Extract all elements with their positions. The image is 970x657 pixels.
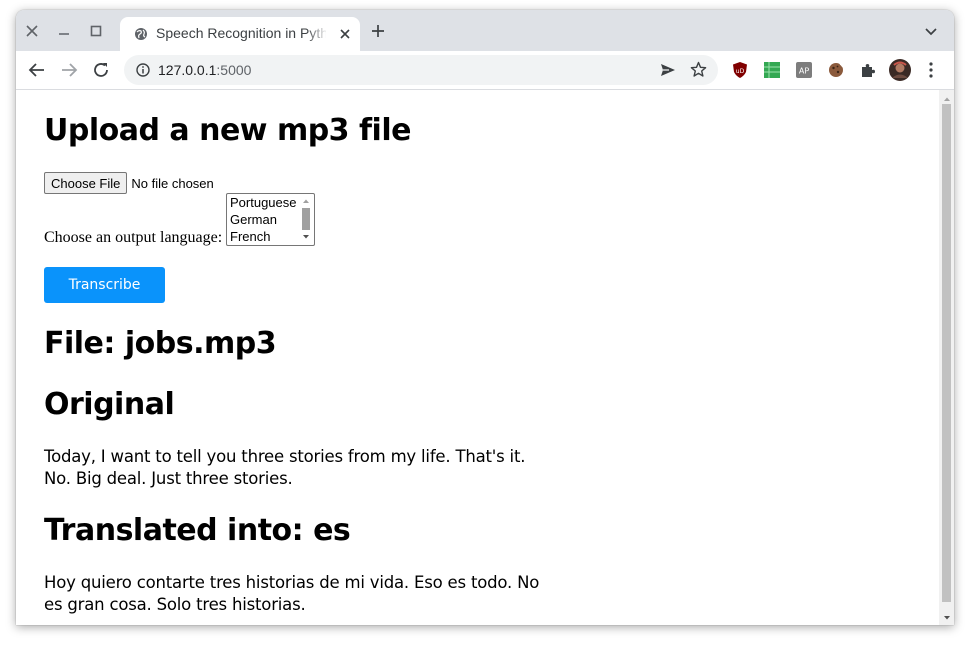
- page-scroll-thumb[interactable]: [942, 104, 951, 602]
- puzzle-icon[interactable]: [859, 61, 877, 79]
- scroll-down-arrow-icon[interactable]: [943, 615, 951, 621]
- forward-icon[interactable]: [59, 60, 79, 80]
- tab-close-icon[interactable]: [338, 27, 352, 41]
- browser-toolbar: 127.0.0.1:5000 uD AP: [16, 51, 954, 90]
- svg-text:AP: AP: [799, 67, 809, 76]
- select-scrollbar[interactable]: [299, 195, 313, 244]
- url-port: :5000: [216, 62, 252, 78]
- star-icon[interactable]: [690, 61, 707, 83]
- minimize-icon[interactable]: [49, 10, 79, 51]
- sheets-extension-icon[interactable]: [763, 61, 781, 79]
- translated-text: Hoy quiero contarte tres historias de mi…: [44, 573, 540, 614]
- menu-icon[interactable]: [924, 61, 938, 79]
- reload-icon[interactable]: [91, 60, 111, 80]
- transcribe-button[interactable]: Transcribe: [44, 267, 165, 303]
- language-label: Choose an output language:: [44, 229, 223, 246]
- original-text: Today, I want to tell you three stories …: [44, 447, 526, 488]
- select-scroll-thumb[interactable]: [302, 208, 310, 230]
- active-tab[interactable]: Speech Recognition in Python: [120, 17, 360, 51]
- send-icon[interactable]: [660, 62, 676, 83]
- page-scrollbar[interactable]: [939, 90, 954, 625]
- ublock-icon[interactable]: uD: [731, 61, 749, 79]
- file-input[interactable]: Choose File No file chosen: [44, 172, 214, 194]
- file-status-text: No file chosen: [131, 175, 214, 191]
- browser-window: Speech Recognition in Python 127.0.0.1:5…: [16, 10, 954, 625]
- new-tab-icon[interactable]: [370, 23, 386, 39]
- maximize-icon[interactable]: [81, 10, 111, 51]
- language-option[interactable]: French: [230, 228, 270, 245]
- scroll-up-arrow-icon[interactable]: [302, 198, 310, 204]
- back-icon[interactable]: [27, 60, 47, 80]
- scroll-down-arrow-icon[interactable]: [302, 234, 310, 240]
- tab-search-chevron-icon[interactable]: [924, 25, 938, 37]
- upload-heading: Upload a new mp3 file: [44, 113, 411, 148]
- tab-strip: Speech Recognition in Python: [16, 10, 954, 51]
- page-viewport: Upload a new mp3 file Choose File No fil…: [16, 90, 954, 625]
- language-option[interactable]: German: [230, 211, 277, 228]
- ap-extension-icon[interactable]: AP: [795, 61, 813, 79]
- url-text: 127.0.0.1:5000: [158, 61, 251, 79]
- info-icon[interactable]: [136, 63, 150, 77]
- choose-file-button[interactable]: Choose File: [44, 172, 128, 194]
- close-icon[interactable]: [17, 10, 47, 51]
- cookie-icon[interactable]: [827, 61, 845, 79]
- avatar[interactable]: [889, 59, 911, 81]
- url-host: 127.0.0.1: [158, 62, 217, 78]
- language-option[interactable]: Portuguese: [230, 194, 297, 211]
- scroll-up-arrow-icon[interactable]: [943, 96, 951, 102]
- globe-icon: [134, 27, 148, 41]
- tab-title: Speech Recognition in Python: [156, 25, 326, 41]
- translated-heading: Translated into: es: [44, 513, 351, 548]
- file-heading: File: jobs.mp3: [44, 326, 277, 361]
- svg-text:uD: uD: [736, 68, 745, 75]
- original-heading: Original: [44, 387, 175, 422]
- address-bar[interactable]: 127.0.0.1:5000: [124, 55, 718, 85]
- language-select[interactable]: Portuguese German French: [226, 193, 315, 246]
